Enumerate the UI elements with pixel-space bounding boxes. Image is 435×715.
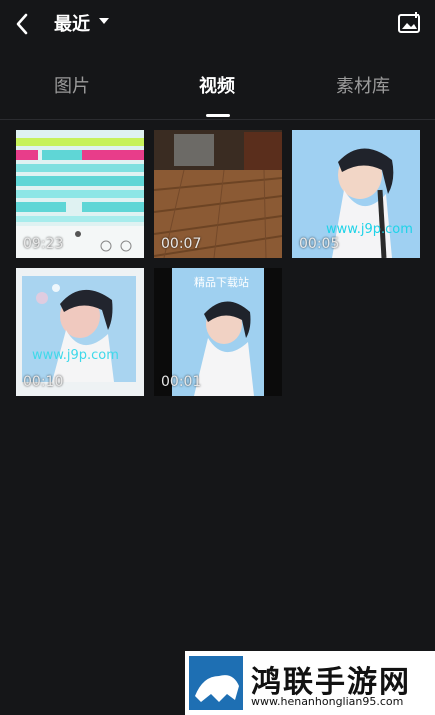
video-duration: 00:07 [161, 236, 202, 252]
overlay-text: www.j9p.com [326, 222, 413, 237]
overlay-text: 精品下载站 [194, 276, 249, 289]
media-tabs: 图片 视频 素材库 [0, 62, 435, 118]
bison-logo-icon [195, 675, 239, 702]
site-watermark: 鸿联手游网 www.henanhonglian95.com [185, 651, 435, 715]
overlay-text: www.j9p.com [32, 348, 119, 363]
video-duration: 00:01 [161, 374, 202, 390]
image-add-icon[interactable] [397, 10, 423, 36]
video-duration: 09:23 [23, 236, 64, 252]
site-logo [189, 656, 243, 710]
active-tab-indicator [206, 114, 230, 117]
divider [0, 119, 435, 120]
album-title[interactable]: 最近 [54, 10, 90, 36]
watermark-url: www.henanhonglian95.com [251, 695, 404, 708]
video-thumbnail[interactable]: 00:10 www.j9p.com [16, 268, 144, 396]
top-bar: 最近 [0, 0, 435, 50]
video-thumbnail[interactable]: 09:23 [16, 130, 144, 258]
tab-videos[interactable]: 视频 [167, 72, 267, 98]
chevron-left-icon[interactable] [12, 10, 32, 38]
video-thumbnail[interactable]: 00:07 [154, 130, 282, 258]
video-thumbnail[interactable]: 00:05 www.j9p.com [292, 130, 420, 258]
tab-images[interactable]: 图片 [22, 72, 122, 98]
video-thumbnail[interactable]: 精品下载站 00:01 [154, 268, 282, 396]
caret-down-icon[interactable] [98, 15, 110, 27]
video-duration: 00:05 [299, 236, 340, 252]
tab-material-library[interactable]: 素材库 [313, 72, 413, 98]
video-duration: 00:10 [23, 374, 64, 390]
